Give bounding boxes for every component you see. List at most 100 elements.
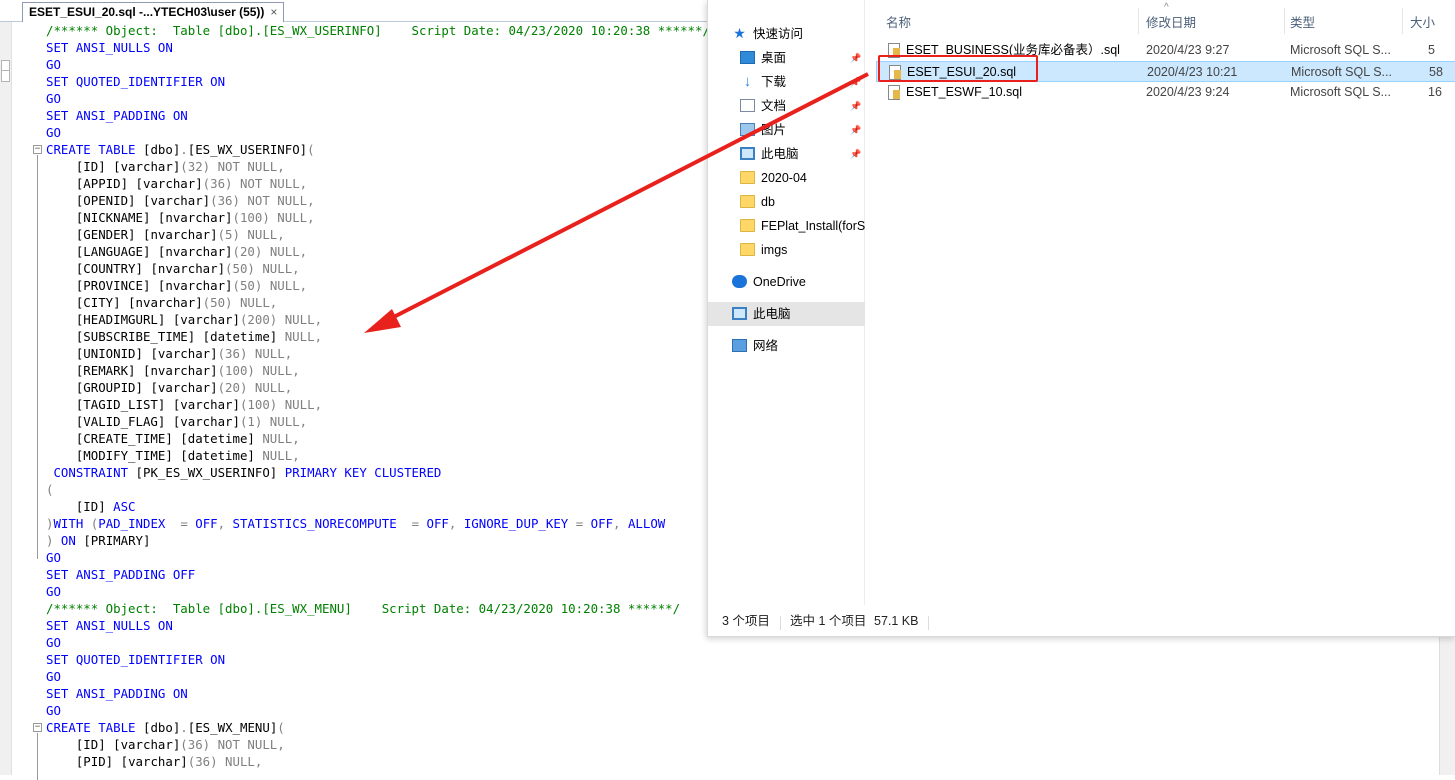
pin-icon[interactable]: 📌 xyxy=(850,70,861,94)
code-line[interactable]: GO xyxy=(46,702,61,719)
code-line[interactable]: [HEADIMGURL] [varchar](200) NULL, xyxy=(46,311,322,328)
nav-item-12[interactable]: 此电脑 xyxy=(708,302,865,326)
code-line[interactable]: SET ANSI_NULLS ON xyxy=(46,617,173,634)
code-line[interactable]: GO xyxy=(46,56,61,73)
pin-icon[interactable]: 📌 xyxy=(850,142,861,166)
code-line[interactable]: SET QUOTED_IDENTIFIER ON xyxy=(46,651,225,668)
code-line[interactable]: [OPENID] [varchar](36) NOT NULL, xyxy=(46,192,315,209)
code-line[interactable]: ( xyxy=(46,481,53,498)
code-line[interactable]: [GROUPID] [varchar](20) NULL, xyxy=(46,379,292,396)
code-line[interactable]: [SUBSCRIBE_TIME] [datetime] NULL, xyxy=(46,328,322,345)
column-header-modified[interactable]: 修改日期 xyxy=(1146,12,1196,31)
code-line[interactable]: [PID] [varchar](36) NULL, xyxy=(46,753,263,770)
code-token: SET QUOTED_IDENTIFIER xyxy=(46,652,211,667)
code-line[interactable]: [MODIFY_TIME] [datetime] NULL, xyxy=(46,447,300,464)
code-token: [varchar] xyxy=(135,176,203,191)
code-token: (36) NOT NULL, xyxy=(180,737,285,752)
code-line[interactable]: [REMARK] [nvarchar](100) NULL, xyxy=(46,362,300,379)
code-line[interactable]: [NICKNAME] [nvarchar](100) NULL, xyxy=(46,209,315,226)
download-icon: ↓ xyxy=(743,73,752,90)
column-header-name[interactable]: 名称 xyxy=(886,12,911,31)
code-line[interactable]: [CREATE_TIME] [datetime] NULL, xyxy=(46,430,300,447)
nav-item-4[interactable]: 文档 📌 xyxy=(708,94,865,118)
column-divider[interactable] xyxy=(1138,8,1139,34)
code-token: [varchar] xyxy=(113,737,181,752)
nav-item-5[interactable]: 图片 📌 xyxy=(708,118,865,142)
code-token: ON xyxy=(157,40,173,55)
code-line[interactable]: ) ON [PRIMARY] xyxy=(46,532,150,549)
pin-icon[interactable]: 📌 xyxy=(850,118,861,142)
nav-item-10[interactable]: imgs xyxy=(708,238,865,262)
fold-toggle-icon[interactable]: − xyxy=(33,723,42,732)
code-line[interactable]: GO xyxy=(46,583,61,600)
file-type: Microsoft SQL S... xyxy=(1290,43,1391,57)
code-token: CREATE TABLE xyxy=(46,720,143,735)
code-token: [PRIMARY] xyxy=(83,533,151,548)
code-token: ( xyxy=(277,720,285,735)
code-token: [HEADIMGURL] xyxy=(46,312,173,327)
code-line[interactable]: [ID] ASC xyxy=(46,498,136,515)
code-line[interactable]: GO xyxy=(46,90,61,107)
pictures-icon xyxy=(740,123,755,136)
code-line[interactable]: [LANGUAGE] [nvarchar](20) NULL, xyxy=(46,243,307,260)
code-line[interactable]: GO xyxy=(46,124,61,141)
code-line[interactable]: CREATE TABLE [dbo].[ES_WX_USERINFO]( xyxy=(46,141,315,158)
nav-item-9[interactable]: FEPlat_Install(forS( xyxy=(708,214,865,238)
nav-item-11[interactable]: OneDrive xyxy=(708,270,865,294)
sql-file-icon xyxy=(888,85,900,100)
code-line[interactable]: GO xyxy=(46,634,61,651)
pin-icon[interactable]: 📌 xyxy=(850,46,861,70)
code-token: [dbo] xyxy=(142,142,181,157)
code-line[interactable]: SET ANSI_PADDING OFF xyxy=(46,566,195,583)
nav-item-13[interactable]: 网络 xyxy=(708,334,865,358)
code-line[interactable]: [ID] [varchar](32) NOT NULL, xyxy=(46,158,285,175)
code-token: (100) NULL, xyxy=(232,210,315,225)
code-line[interactable]: CREATE TABLE [dbo].[ES_WX_MENU]( xyxy=(46,719,285,736)
code-token: [OPENID] xyxy=(46,193,143,208)
code-line[interactable]: GO xyxy=(46,549,61,566)
code-line[interactable]: [COUNTRY] [nvarchar](50) NULL, xyxy=(46,260,300,277)
code-line[interactable]: SET ANSI_NULLS ON xyxy=(46,39,173,56)
code-line[interactable]: [ID] [varchar](36) NOT NULL, xyxy=(46,736,285,753)
code-line[interactable]: SET QUOTED_IDENTIFIER ON xyxy=(46,73,225,90)
margin-marker xyxy=(1,70,10,82)
fold-toggle-icon[interactable]: − xyxy=(33,145,42,154)
tab-close-icon[interactable]: × xyxy=(270,5,277,19)
code-token: [MODIFY_TIME] xyxy=(46,448,181,463)
code-line[interactable]: [GENDER] [nvarchar](5) NULL, xyxy=(46,226,285,243)
annotation-highlight-box xyxy=(878,55,1038,82)
code-line[interactable]: CONSTRAINT [PK_ES_WX_USERINFO] PRIMARY K… xyxy=(46,464,441,481)
column-header-type[interactable]: 类型 xyxy=(1290,12,1315,31)
code-token: ON xyxy=(172,108,188,123)
column-header-size[interactable]: 大小 xyxy=(1410,12,1435,31)
file-row[interactable]: ESET_ESWF_10.sql 2020/4/23 9:24 Microsoft … xyxy=(876,82,1455,103)
editor-tab[interactable]: ESET_ESUI_20.sql -...YTECH03\user (55)) × xyxy=(22,2,285,22)
nav-item-2[interactable]: 桌面 📌 xyxy=(708,46,865,70)
code-line[interactable]: [UNIONID] [varchar](36) NULL, xyxy=(46,345,292,362)
nav-item-7[interactable]: 2020-04 xyxy=(708,166,865,190)
code-token: [NICKNAME] xyxy=(46,210,158,225)
code-line[interactable]: SET ANSI_PADDING ON xyxy=(46,107,188,124)
code-line[interactable]: [PROVINCE] [nvarchar](50) NULL, xyxy=(46,277,307,294)
code-line[interactable]: [TAGID_LIST] [varchar](100) NULL, xyxy=(46,396,322,413)
code-line[interactable]: [VALID_FLAG] [varchar](1) NULL, xyxy=(46,413,307,430)
nav-item-6[interactable]: 此电脑 📌 xyxy=(708,142,865,166)
folder-icon xyxy=(740,243,755,256)
code-line[interactable]: )WITH (PAD_INDEX = OFF, STATISTICS_NOREC… xyxy=(46,515,665,532)
code-line[interactable]: /****** Object: Table [dbo].[ES_WX_MENU]… xyxy=(46,600,680,617)
code-area[interactable]: /****** Object: Table [dbo].[ES_WX_USERI… xyxy=(46,22,726,775)
code-line[interactable]: [APPID] [varchar](36) NOT NULL, xyxy=(46,175,307,192)
column-divider[interactable] xyxy=(1402,8,1403,34)
code-line[interactable]: [CITY] [nvarchar](50) NULL, xyxy=(46,294,277,311)
code-line[interactable]: /****** Object: Table [dbo].[ES_WX_USERI… xyxy=(46,22,710,39)
code-line[interactable]: GO xyxy=(46,668,61,685)
file-explorer-window: ★ 快速访问 桌面 📌 ↓ 下载 📌 文档 📌 图片 📌 此电脑 📌 2020-04 db FEPlat_In… xyxy=(707,0,1455,637)
column-divider[interactable] xyxy=(1284,8,1285,34)
code-token: OFF xyxy=(426,516,449,531)
nav-item-3[interactable]: ↓ 下载 📌 xyxy=(708,70,865,94)
nav-item-1[interactable]: ★ 快速访问 xyxy=(708,22,865,46)
code-line[interactable]: SET ANSI_PADDING ON xyxy=(46,685,188,702)
pin-icon[interactable]: 📌 xyxy=(850,94,861,118)
code-token: (100) NULL, xyxy=(239,397,323,412)
nav-item-8[interactable]: db xyxy=(708,190,865,214)
